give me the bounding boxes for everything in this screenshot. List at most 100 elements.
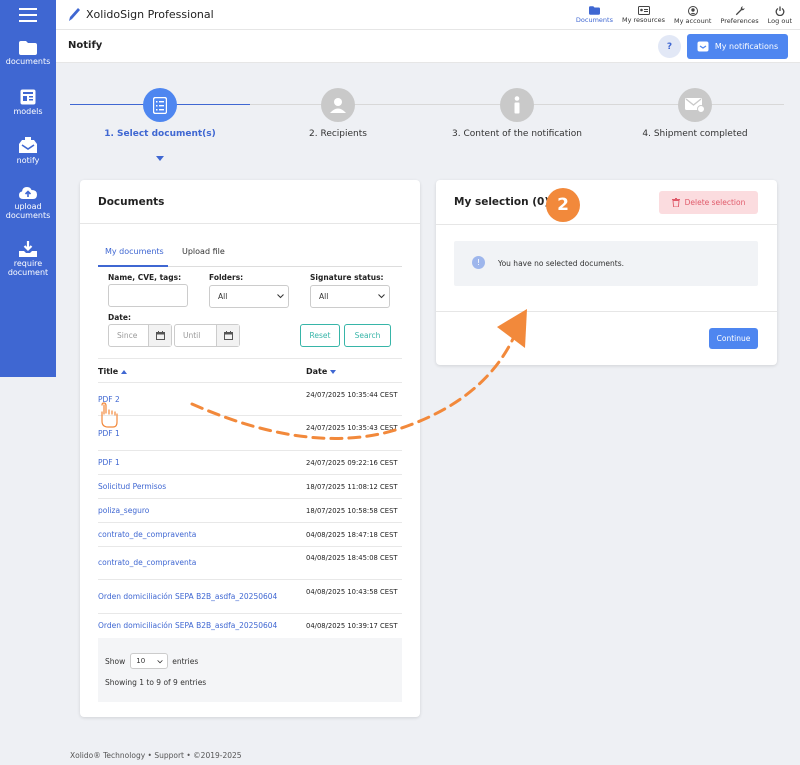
download-tray-icon	[19, 241, 37, 257]
document-date: 04/08/2025 18:45:08 CEST	[306, 554, 398, 562]
table-row[interactable]: PDF 1 24/07/2025 09:22:16 CEST	[98, 450, 402, 474]
sidebar-item-label: upload documents	[5, 202, 51, 220]
cloud-upload-icon	[19, 187, 37, 199]
topnav-log-out[interactable]: Log out	[768, 0, 792, 30]
calendar-icon[interactable]	[216, 325, 239, 346]
selection-title: My selection (0)	[454, 196, 550, 208]
step-4-circle	[678, 88, 712, 122]
topnav-label: Preferences	[720, 16, 759, 25]
document-title-link[interactable]: PDF 1	[98, 458, 120, 467]
sidebar-item-upload-documents[interactable]: upload documents	[0, 185, 56, 220]
continue-button[interactable]: Continue	[709, 328, 758, 349]
step-2-label: 2. Recipients	[309, 129, 367, 139]
page-title: Notify	[68, 40, 103, 51]
chevron-down-icon	[157, 660, 163, 664]
calendar-icon[interactable]	[148, 325, 171, 346]
topnav-my-account[interactable]: My account	[674, 0, 711, 30]
sidebar-item-notify[interactable]: notify	[0, 137, 56, 165]
template-icon	[20, 89, 36, 105]
signature-status-select[interactable]: All	[310, 285, 390, 308]
table-footer: Show 10 entries Showing 1 to 9 of 9 entr…	[98, 638, 402, 702]
table-row[interactable]: Solicitud Permisos 18/07/2025 11:08:12 C…	[98, 474, 402, 498]
sort-desc-icon	[330, 369, 337, 374]
date-header-label: Date	[306, 367, 328, 376]
since-placeholder: Since	[117, 331, 138, 340]
info-icon	[514, 96, 520, 114]
topnav-label: My account	[674, 16, 712, 25]
show-label: Show	[105, 656, 126, 666]
delete-selection-label: Delete selection	[684, 198, 746, 207]
page-footer: Xolido® Technology • Support • ©2019-202…	[70, 751, 242, 760]
reset-button[interactable]: Reset	[300, 324, 340, 347]
top-bar: XolidoSign Professional Documents My res…	[56, 0, 800, 30]
sidebar-item-documents[interactable]: documents	[0, 41, 56, 66]
table-row[interactable]: contrato_de_compraventa 04/08/2025 18:47…	[98, 522, 402, 546]
document-title-link[interactable]: PDF 1	[98, 429, 120, 438]
document-title-link[interactable]: PDF 2	[98, 395, 120, 404]
showing-info: Showing 1 to 9 of 9 entries	[105, 678, 207, 687]
document-date: 18/07/2025 11:08:12 CEST	[306, 483, 398, 491]
step-1-circle[interactable]	[143, 88, 177, 122]
menu-toggle-button[interactable]	[0, 0, 56, 30]
hamburger-icon	[19, 6, 37, 24]
step-1-label: 1. Select document(s)	[104, 129, 216, 139]
topnav-documents[interactable]: Documents	[576, 0, 613, 30]
document-title-link[interactable]: poliza_seguro	[98, 506, 149, 515]
empty-selection-message: You have no selected documents.	[498, 259, 624, 268]
table-row[interactable]: Orden domiciliación SEPA B2B_asdfa_20250…	[98, 613, 402, 637]
folders-select[interactable]: All	[209, 285, 289, 308]
date-column-header[interactable]: Date	[306, 367, 337, 376]
sidebar-item-label: require document	[7, 259, 49, 277]
active-tab-underline	[98, 265, 168, 267]
table-row[interactable]: poliza_seguro 18/07/2025 10:58:58 CEST	[98, 498, 402, 522]
entries-control: Show 10 entries	[105, 653, 198, 669]
table-row[interactable]: Orden domiciliación SEPA B2B_asdfa_20250…	[98, 579, 402, 613]
topnav-label: Log out	[767, 16, 792, 25]
document-date: 04/08/2025 10:43:58 CEST	[306, 588, 398, 596]
title-column-header[interactable]: Title	[98, 367, 128, 376]
chevron-down-icon	[277, 294, 284, 299]
status-select-value: All	[319, 292, 329, 301]
until-placeholder: Until	[183, 331, 201, 340]
document-title-link[interactable]: Orden domiciliación SEPA B2B_asdfa_20250…	[98, 592, 277, 601]
sidebar-item-label: documents	[5, 57, 51, 66]
table-row[interactable]: contrato_de_compraventa 04/08/2025 18:45…	[98, 546, 402, 579]
user-icon	[687, 5, 698, 16]
tab-upload-file[interactable]: Upload file	[182, 247, 225, 256]
until-date-input[interactable]: Until	[174, 324, 240, 347]
document-title-link[interactable]: Orden domiciliación SEPA B2B_asdfa_20250…	[98, 621, 277, 630]
folders-filter-label: Folders:	[209, 273, 244, 282]
table-row[interactable]: PDF 1 24/07/2025 10:35:43 CEST	[98, 415, 402, 450]
table-row[interactable]: PDF 2 24/07/2025 10:35:44 CEST	[98, 382, 402, 415]
divider	[436, 311, 777, 312]
delete-selection-button[interactable]: Delete selection	[659, 191, 758, 214]
topnav-label: Documents	[575, 16, 613, 24]
since-date-input[interactable]: Since	[108, 324, 172, 347]
entries-per-page-select[interactable]: 10	[130, 653, 169, 669]
step-badge: 2	[546, 188, 580, 222]
folder-icon	[588, 6, 600, 15]
sidebar: documents models notify upload documents…	[0, 0, 56, 377]
entries-value: 10	[136, 657, 146, 665]
help-button[interactable]: ?	[658, 35, 681, 58]
topnav-my-resources[interactable]: My resources	[622, 0, 665, 30]
my-notifications-label: My notifications	[714, 42, 779, 51]
top-nav: Documents My resources My account Prefer…	[567, 0, 792, 30]
my-notifications-button[interactable]: My notifications	[687, 34, 788, 59]
search-button[interactable]: Search	[344, 324, 391, 347]
info-icon: !	[472, 256, 485, 269]
step-3-label: 3. Content of the notification	[452, 129, 582, 139]
topnav-preferences[interactable]: Preferences	[720, 0, 759, 30]
name-filter-input[interactable]	[108, 284, 188, 307]
status-filter-label: Signature status:	[310, 273, 384, 282]
document-title-link[interactable]: Solicitud Permisos	[98, 482, 166, 491]
sidebar-item-require-document[interactable]: require document	[0, 241, 56, 277]
brand[interactable]: XolidoSign Professional	[68, 7, 214, 22]
sidebar-item-models[interactable]: models	[0, 89, 56, 116]
folder-icon	[19, 41, 37, 55]
document-title-link[interactable]: contrato_de_compraventa	[98, 530, 196, 539]
document-title-link[interactable]: contrato_de_compraventa	[98, 558, 196, 567]
title-header-label: Title	[98, 367, 119, 376]
document-date: 24/07/2025 10:35:43 CEST	[306, 424, 398, 432]
tab-my-documents[interactable]: My documents	[105, 247, 164, 256]
